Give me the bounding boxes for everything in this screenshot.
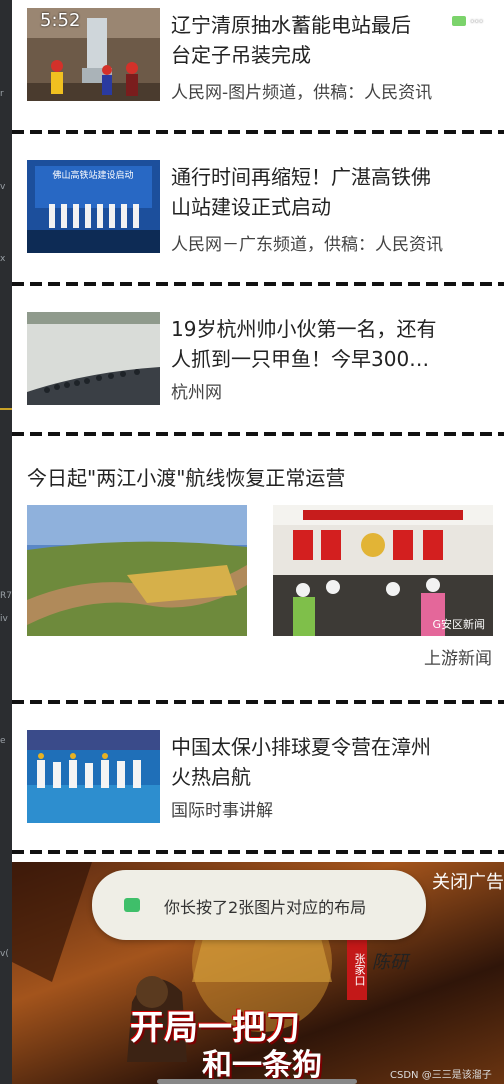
news-source: 人民网－广东频道，供稿：人民资讯 [171,235,443,255]
dashed-divider [12,850,504,854]
news-source: 杭州网 [171,383,222,403]
news-title-line: 中国太保小排球夏令营在漳州 [171,735,431,759]
ide-fragment: v [0,182,6,192]
ide-fragment: e [0,736,6,746]
news-image-river [27,505,247,636]
news-title-line: 通行时间再缩短！广湛高铁佛 [171,165,431,189]
news-title: 今日起"两江小渡"航线恢复正常运营 [27,466,346,490]
news-item[interactable]: 佛山高铁站建设启动 通行时间再缩短！广湛高铁佛 山站建设正式启动 人民网－广东频… [12,136,504,276]
home-indicator[interactable] [157,1079,357,1084]
news-item[interactable]: 19岁杭州帅小伙第一名，还有 人抓到一只甲鱼！今早300… 杭州网 [12,288,504,428]
status-time: 5:52 [40,10,81,31]
ide-side-strip: r v x R7 iv e v( [0,0,12,1084]
ide-fragment: iv [0,614,8,624]
news-item[interactable]: 辽宁清原抽水蓄能电站最后 台定子吊装完成 人民网-图片频道，供稿：人民资讯 [12,0,504,128]
news-thumbnail: 佛山高铁站建设启动 [27,160,160,253]
ide-marker [0,408,12,410]
svg-text:佛山高铁站建设启动: 佛山高铁站建设启动 [52,169,133,181]
ad-close-button[interactable]: 关闭广告 [432,868,504,894]
news-title-line: 19岁杭州帅小伙第一名，还有 [171,317,437,341]
dashed-divider [12,130,504,134]
news-title: 中国太保小排球夏令营在漳州 火热启航 [171,732,501,792]
ide-fragment: r [0,89,4,99]
ad-signature: 陈研 [372,952,408,973]
dashed-divider [12,282,504,286]
watermark: CSDN @三三是该溜子 [390,1070,492,1081]
news-thumbnail [27,312,160,405]
ad-subheadline: 和一条狗 [202,1048,322,1083]
notification-icon [452,16,466,26]
app-icon [124,898,140,912]
news-title-line: 台定子吊装完成 [171,43,311,67]
news-title-line: 人抓到一只甲鱼！今早300… [171,347,430,371]
news-title: 通行时间再缩短！广湛高铁佛 山站建设正式启动 [171,162,501,222]
phone-screen: 5:52 ··· 辽宁清原抽水蓄能电站最后 台定子吊装完成 人民网-图片频道，供… [12,0,504,1084]
news-source: 上游新闻 [424,649,492,669]
ide-fragment: v( [0,949,9,959]
news-thumbnail [27,730,160,823]
news-title-line: 山站建设正式启动 [171,195,331,219]
news-title-line: 火热启航 [171,765,251,789]
ad-stamp: 张家口 [347,938,367,1000]
news-item[interactable]: 中国太保小排球夏令营在漳州 火热启航 国际时事讲解 [12,706,504,846]
status-dots: ··· [470,14,484,30]
toast-message: 你长按了2张图片对应的布局 [92,870,426,940]
toast-text: 你长按了2张图片对应的布局 [164,898,367,917]
image-caption: G安区新闻 [432,618,485,631]
ide-fragment: x [0,254,6,264]
news-source: 人民网-图片频道，供稿：人民资讯 [171,83,433,103]
news-source: 国际时事讲解 [171,801,273,821]
news-item-multi-image[interactable]: 今日起"两江小渡"航线恢复正常运营 G安区新闻 上游新闻 [12,440,504,695]
dashed-divider [12,700,504,704]
ide-fragment: R7 [0,591,12,601]
dashed-divider [12,432,504,436]
news-image-meeting: G安区新闻 [273,505,493,636]
news-title: 19岁杭州帅小伙第一名，还有 人抓到一只甲鱼！今早300… [171,314,501,374]
